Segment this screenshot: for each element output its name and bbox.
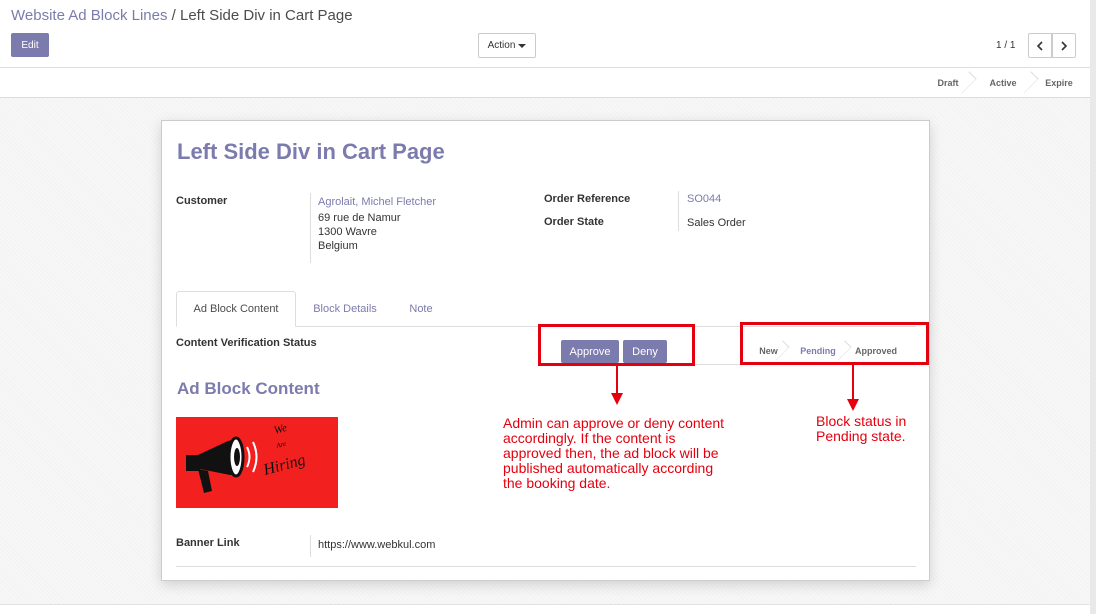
order-reference-label: Order Reference <box>544 193 631 205</box>
edit-button[interactable]: Edit <box>11 33 49 57</box>
breadcrumb-parent-link[interactable]: Website Ad Block Lines <box>11 7 167 24</box>
status-step-draft[interactable]: Draft <box>924 68 972 98</box>
tab-note[interactable]: Note <box>394 291 448 327</box>
status-step-active[interactable]: Active <box>972 68 1034 98</box>
order-reference-link[interactable]: SO044 <box>687 193 721 205</box>
address-street: 69 rue de Namur <box>318 212 401 224</box>
address-city: 1300 Wavre <box>318 226 377 238</box>
banner-text-we: We <box>273 422 289 437</box>
banner-text-are: Are <box>274 440 287 451</box>
tab-block-details[interactable]: Block Details <box>296 291 394 327</box>
record-statusbar: Draft Active Expire <box>924 68 1084 98</box>
caret-down-icon <box>518 43 527 48</box>
control-panel: Website Ad Block Lines / Left Side Div i… <box>0 0 1096 98</box>
pager-previous-button[interactable] <box>1028 33 1052 58</box>
action-label: Action <box>487 40 516 51</box>
pager-value[interactable]: 1 / 1 <box>996 40 1015 51</box>
pager-next-button[interactable] <box>1052 33 1076 58</box>
approve-arrow-shaft <box>616 366 618 394</box>
bottom-strip <box>0 604 1090 614</box>
banner-link-label: Banner Link <box>176 537 240 549</box>
content-verification-label: Content Verification Status <box>176 337 317 349</box>
chevron-right-icon <box>1061 40 1068 51</box>
breadcrumb-separator: / <box>171 7 176 24</box>
vertical-scrollbar[interactable] <box>1090 0 1096 614</box>
action-dropdown[interactable]: Action <box>478 33 536 58</box>
sheet-footer-divider <box>176 566 916 567</box>
arrow-down-icon <box>847 399 859 411</box>
banner-link-separator <box>310 535 311 557</box>
breadcrumb-current: Left Side Div in Cart Page <box>180 7 353 24</box>
customer-name-link[interactable]: Agrolait, Michel Fletcher <box>318 196 436 208</box>
order-state-value: Sales Order <box>687 217 746 229</box>
order-separator <box>678 191 679 231</box>
chevron-left-icon <box>1036 40 1043 51</box>
breadcrumb: Website Ad Block Lines / Left Side Div i… <box>11 7 353 24</box>
customer-label: Customer <box>176 195 228 207</box>
ad-block-content-title: Ad Block Content <box>177 379 320 398</box>
arrow-down-icon <box>611 393 623 405</box>
status-step-expire[interactable]: Expire <box>1034 68 1084 98</box>
status-highlight <box>740 322 929 365</box>
tab-ad-block-content[interactable]: Ad Block Content <box>176 291 296 327</box>
megaphone-icon: We Are Hiring <box>186 422 308 493</box>
status-annotation: Block status in Pending state. <box>816 413 907 444</box>
customer-address: 69 rue de Namur 1300 Wavre Belgium <box>318 211 401 253</box>
customer-separator <box>310 193 311 263</box>
status-arrow-shaft <box>852 365 854 400</box>
approve-deny-annotation: Admin can approve or deny content accord… <box>503 415 725 491</box>
banner-link-value[interactable]: https://www.webkul.com <box>318 539 435 551</box>
approve-deny-highlight <box>538 324 695 366</box>
record-title: Left Side Div in Cart Page <box>177 139 445 164</box>
order-state-label: Order State <box>544 216 604 228</box>
address-country: Belgium <box>318 240 358 252</box>
banner-image: We Are Hiring <box>176 417 338 508</box>
banner-text-hiring: Hiring <box>261 451 308 479</box>
